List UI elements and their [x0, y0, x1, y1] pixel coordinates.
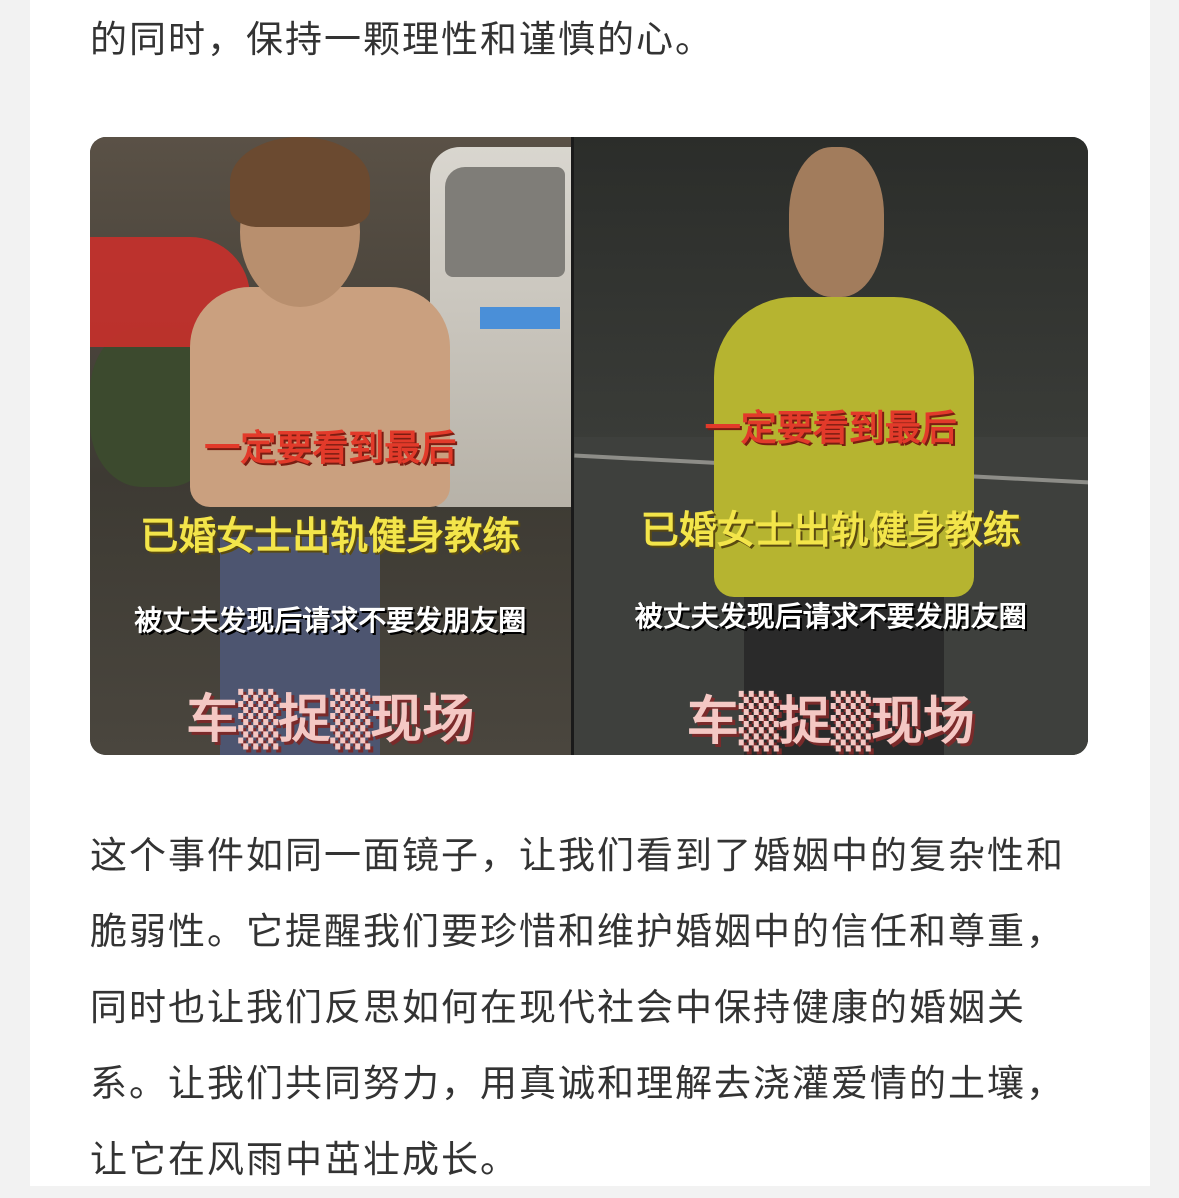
- caption-yellow: 已婚女士出轨健身教练: [640, 508, 1021, 552]
- caption-white: 被丈夫发现后请求不要发朋友圈: [134, 604, 527, 637]
- caption-red: 一定要看到最后: [204, 428, 457, 469]
- caption-yellow: 已婚女士出轨健身教练: [140, 514, 521, 558]
- caption-white: 被丈夫发现后请求不要发朋友圈: [634, 600, 1027, 633]
- article-card: 的同时，保持一颗理性和谨慎的心。 一定要看到最后 已婚女士出轨健身教练 被丈夫发…: [30, 0, 1150, 1186]
- article-paragraph-top: 的同时，保持一颗理性和谨慎的心。: [90, 18, 714, 61]
- article-paragraph-bottom: 这个事件如同一面镜子，让我们看到了婚姻中的复杂性和脆弱性。它提醒我们要珍惜和维护…: [90, 834, 1065, 1181]
- image-panel-right: 一定要看到最后 已婚女士出轨健身教练 被丈夫发现后请求不要发朋友圈 车▒捉▒现场: [573, 137, 1088, 755]
- caption-pink: 车▒捉▒现场: [186, 690, 475, 750]
- person-body-shape: [190, 287, 450, 507]
- van-window-shape: [445, 167, 565, 277]
- image-panel-left: 一定要看到最后 已婚女士出轨健身教练 被丈夫发现后请求不要发朋友圈 车▒捉▒现场: [90, 137, 571, 755]
- person-head-shape: [788, 147, 884, 297]
- person-hair-shape: [230, 137, 370, 227]
- article-image[interactable]: 一定要看到最后 已婚女士出轨健身教练 被丈夫发现后请求不要发朋友圈 车▒捉▒现场…: [90, 137, 1088, 755]
- license-plate-shape: [480, 307, 560, 329]
- caption-red: 一定要看到最后: [704, 408, 957, 449]
- caption-pink: 车▒捉▒现场: [686, 692, 975, 752]
